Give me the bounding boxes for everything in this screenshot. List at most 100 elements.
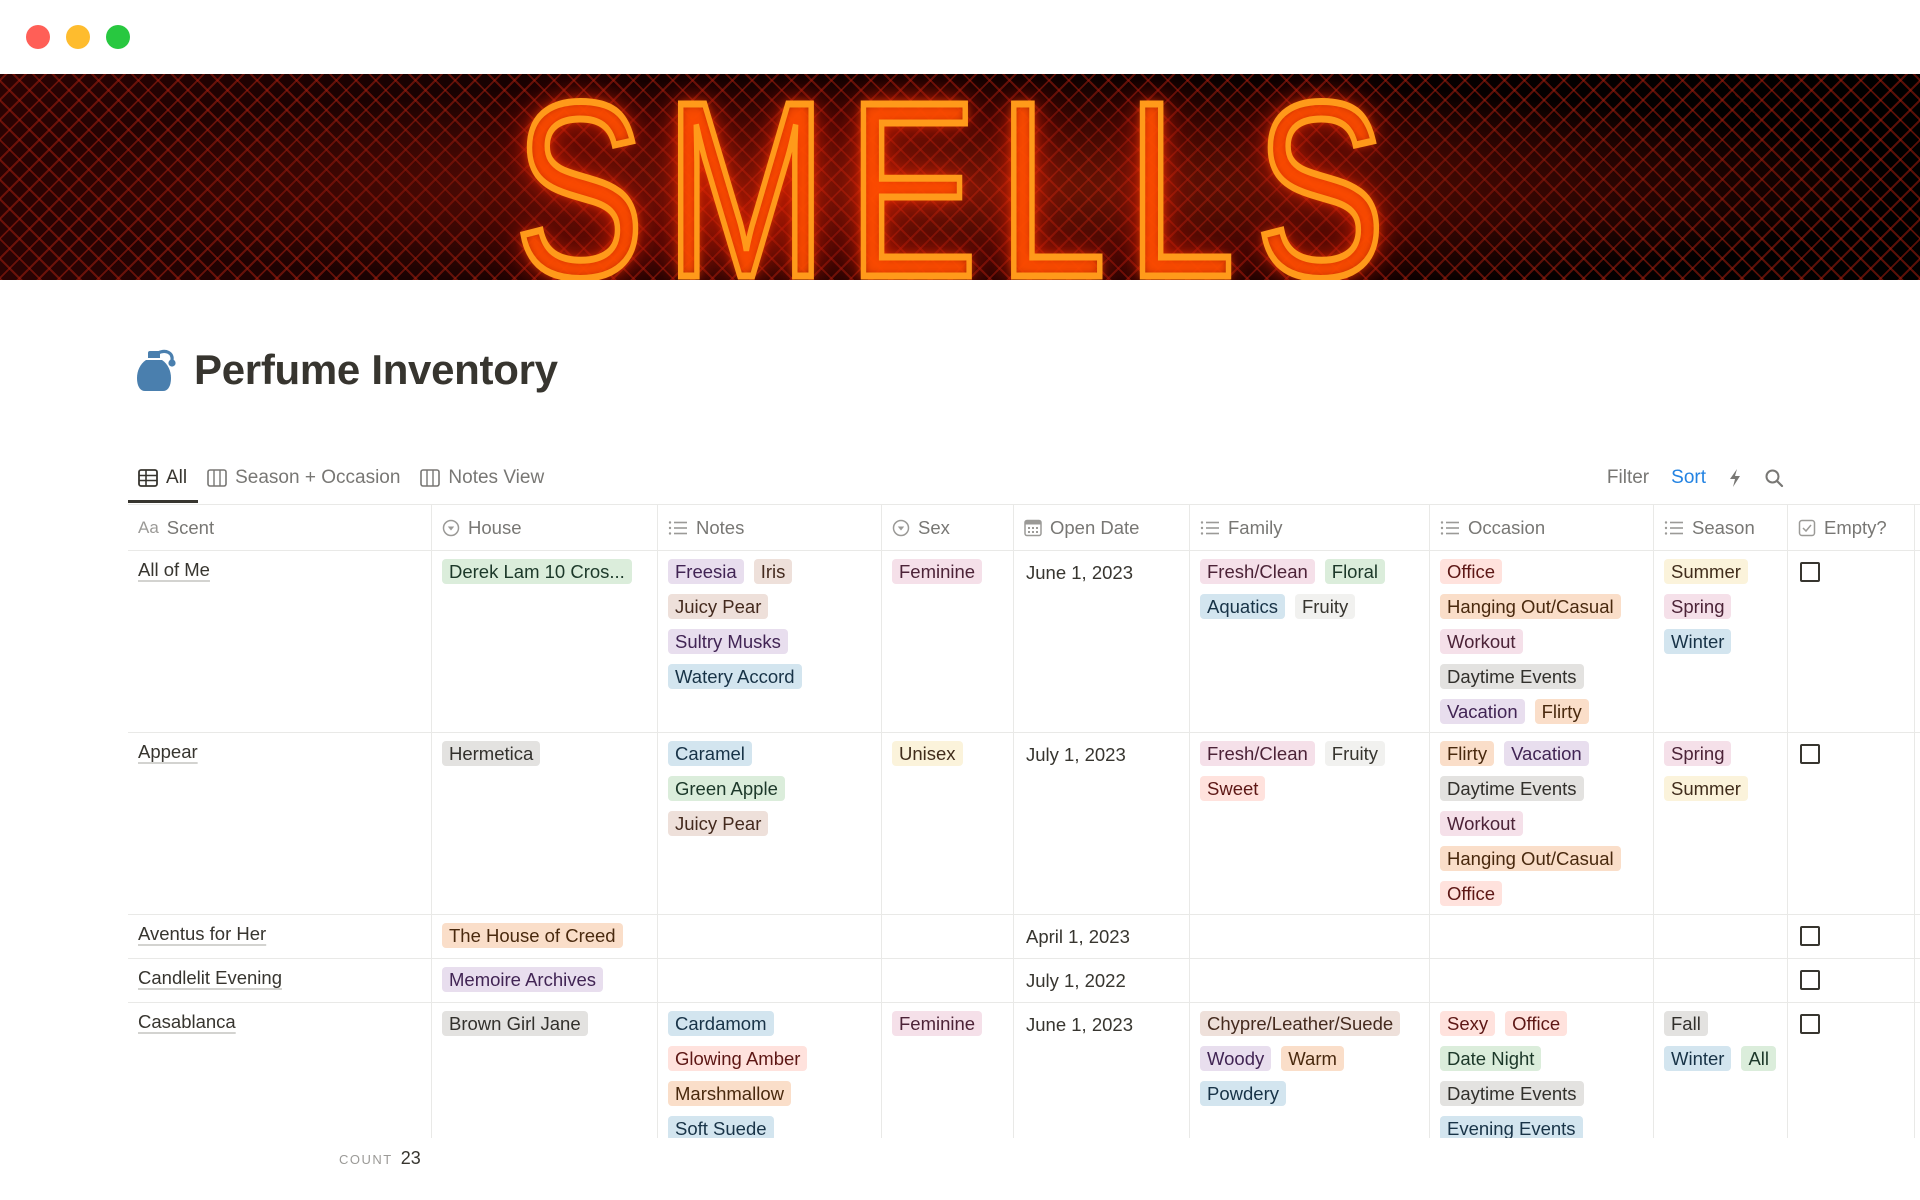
empty-cell[interactable] bbox=[1788, 959, 1915, 1002]
tag-list: Hermetica bbox=[442, 741, 647, 766]
season-cell[interactable] bbox=[1654, 959, 1788, 1002]
table-row[interactable]: All of Me Derek Lam 10 Cros... Freesia Iris… bbox=[128, 551, 1920, 733]
scent-cell[interactable]: Appear bbox=[128, 733, 432, 914]
sort-button[interactable]: Sort bbox=[1671, 467, 1706, 489]
house-cell[interactable]: Hermetica bbox=[432, 733, 658, 914]
house-cell[interactable]: The House of Creed bbox=[432, 915, 658, 958]
empty-checkbox[interactable] bbox=[1800, 926, 1820, 946]
house-cell[interactable]: Memoire Archives bbox=[432, 959, 658, 1002]
scent-name-link[interactable]: Casablanca bbox=[138, 1008, 236, 1032]
family-cell[interactable]: Fresh/Clean Floral Aquatics Fruity bbox=[1190, 551, 1430, 732]
table-row[interactable]: Casablanca Brown Girl Jane Cardamom Glowing… bbox=[128, 1003, 1920, 1138]
sex-cell[interactable]: Feminine bbox=[882, 1003, 1014, 1138]
column-header-open-date[interactable]: Open Date bbox=[1014, 505, 1190, 550]
maximize-window-button[interactable] bbox=[106, 25, 130, 49]
tab-all[interactable]: All bbox=[128, 462, 197, 494]
board-icon bbox=[420, 469, 441, 487]
open-date-cell[interactable]: July 1, 2023 bbox=[1014, 733, 1190, 914]
tab-season-occasion[interactable]: Season + Occasion bbox=[197, 462, 410, 494]
search-button[interactable] bbox=[1764, 468, 1784, 488]
perfume-bottle-icon[interactable] bbox=[136, 347, 178, 393]
scent-cell[interactable]: Aventus for Her bbox=[128, 915, 432, 958]
tag: Vacation bbox=[1440, 699, 1525, 724]
empty-checkbox[interactable] bbox=[1800, 1014, 1820, 1034]
family-cell[interactable] bbox=[1190, 959, 1430, 1002]
occasion-cell[interactable]: Sexy Office Date Night Daytime Events Evenin… bbox=[1430, 1003, 1654, 1138]
scent-name-link[interactable]: Appear bbox=[138, 738, 198, 762]
empty-checkbox[interactable] bbox=[1800, 970, 1820, 990]
season-cell[interactable]: Spring Summer bbox=[1654, 733, 1788, 914]
tag: Iris bbox=[753, 559, 793, 584]
automation-button[interactable] bbox=[1728, 468, 1742, 488]
family-cell[interactable]: Fresh/Clean Fruity Sweet bbox=[1190, 733, 1430, 914]
season-cell[interactable]: Fall Winter All bbox=[1654, 1003, 1788, 1138]
sex-cell[interactable]: Feminine bbox=[882, 551, 1014, 732]
minimize-window-button[interactable] bbox=[66, 25, 90, 49]
count-summary[interactable]: COUNT 23 bbox=[339, 1148, 421, 1169]
empty-cell[interactable] bbox=[1788, 551, 1915, 732]
checkbox-icon bbox=[1798, 519, 1816, 536]
occasion-cell[interactable] bbox=[1430, 915, 1654, 958]
tag: Hanging Out/Casual bbox=[1440, 594, 1621, 619]
house-cell[interactable]: Derek Lam 10 Cros... bbox=[432, 551, 658, 732]
scent-cell[interactable]: Casablanca bbox=[128, 1003, 432, 1138]
tag-list: Office Hanging Out/Casual Workout Daytime E… bbox=[1440, 559, 1643, 724]
table-row[interactable]: Candlelit Evening Memoire Archives July 1,… bbox=[128, 959, 1920, 1003]
column-header-occasion[interactable]: Occasion bbox=[1430, 505, 1654, 550]
notes-cell[interactable]: Cardamom Glowing Amber Marshmallow Soft Sue… bbox=[658, 1003, 882, 1138]
column-header-empty[interactable]: Empty? bbox=[1788, 505, 1915, 550]
empty-cell[interactable] bbox=[1788, 1003, 1915, 1138]
column-header-season[interactable]: Season bbox=[1654, 505, 1788, 550]
tab-notes-view[interactable]: Notes View bbox=[410, 462, 554, 494]
table-row[interactable]: Aventus for Her The House of Creed April 1… bbox=[128, 915, 1920, 959]
column-header-family[interactable]: Family bbox=[1190, 505, 1430, 550]
active-tab-indicator bbox=[128, 500, 198, 503]
close-window-button[interactable] bbox=[26, 25, 50, 49]
occasion-cell[interactable]: Office Hanging Out/Casual Workout Daytime E… bbox=[1430, 551, 1654, 732]
column-header-notes[interactable]: Notes bbox=[658, 505, 882, 550]
notes-cell[interactable]: Freesia Iris Juicy Pear Sultry Musks Watery … bbox=[658, 551, 882, 732]
empty-checkbox[interactable] bbox=[1800, 562, 1820, 582]
tag: Hermetica bbox=[442, 741, 541, 766]
column-header-house[interactable]: House bbox=[432, 505, 658, 550]
tag: Green Apple bbox=[668, 776, 785, 801]
sex-cell[interactable]: Unisex bbox=[882, 733, 1014, 914]
open-date-cell[interactable]: June 1, 2023 bbox=[1014, 1003, 1190, 1138]
family-cell[interactable] bbox=[1190, 915, 1430, 958]
occasion-cell[interactable]: Flirty Vacation Daytime Events Workout Hangi… bbox=[1430, 733, 1654, 914]
occasion-cell[interactable] bbox=[1430, 959, 1654, 1002]
open-date-value: July 1, 2022 bbox=[1026, 970, 1126, 991]
season-cell[interactable] bbox=[1654, 915, 1788, 958]
sex-cell[interactable] bbox=[882, 959, 1014, 1002]
notes-cell[interactable] bbox=[658, 915, 882, 958]
column-label: Scent bbox=[166, 516, 215, 538]
database-view-tabs: All Season + Occasion Notes View bbox=[128, 462, 554, 504]
family-cell[interactable]: Chypre/Leather/Suede Woody Warm Powdery bbox=[1190, 1003, 1430, 1138]
empty-cell[interactable] bbox=[1788, 915, 1915, 958]
column-header-sex[interactable]: Sex bbox=[882, 505, 1014, 550]
tag: Chypre/Leather/Suede bbox=[1200, 1011, 1401, 1036]
season-cell[interactable]: Summer Spring Winter bbox=[1654, 551, 1788, 732]
open-date-cell[interactable]: April 1, 2023 bbox=[1014, 915, 1190, 958]
scent-cell[interactable]: Candlelit Evening bbox=[128, 959, 432, 1002]
column-header-scent[interactable]: Aa Scent bbox=[128, 505, 432, 550]
house-cell[interactable]: Brown Girl Jane bbox=[432, 1003, 658, 1138]
sex-cell[interactable] bbox=[882, 915, 1014, 958]
scent-name-link[interactable]: Candlelit Evening bbox=[138, 964, 282, 988]
table-header-row: Aa Scent House Notes Sex Open Date Famil… bbox=[128, 505, 1920, 551]
notes-cell[interactable]: Caramel Green Apple Juicy Pear bbox=[658, 733, 882, 914]
empty-cell[interactable] bbox=[1788, 733, 1915, 914]
open-date-cell[interactable]: June 1, 2023 bbox=[1014, 551, 1190, 732]
scent-name-link[interactable]: Aventus for Her bbox=[138, 920, 266, 944]
scent-name-link[interactable]: All of Me bbox=[138, 556, 210, 580]
notes-cell[interactable] bbox=[658, 959, 882, 1002]
table-row[interactable]: Appear Hermetica Caramel Green Apple Juicy P… bbox=[128, 733, 1920, 915]
column-label: Notes bbox=[696, 516, 745, 538]
filter-button[interactable]: Filter bbox=[1607, 467, 1649, 489]
open-date-cell[interactable]: July 1, 2022 bbox=[1014, 959, 1190, 1002]
empty-checkbox[interactable] bbox=[1800, 744, 1820, 764]
scent-cell[interactable]: All of Me bbox=[128, 551, 432, 732]
column-label: House bbox=[468, 516, 522, 538]
tag-list: Fall Winter All bbox=[1664, 1011, 1777, 1071]
tab-all-label: All bbox=[166, 467, 188, 488]
